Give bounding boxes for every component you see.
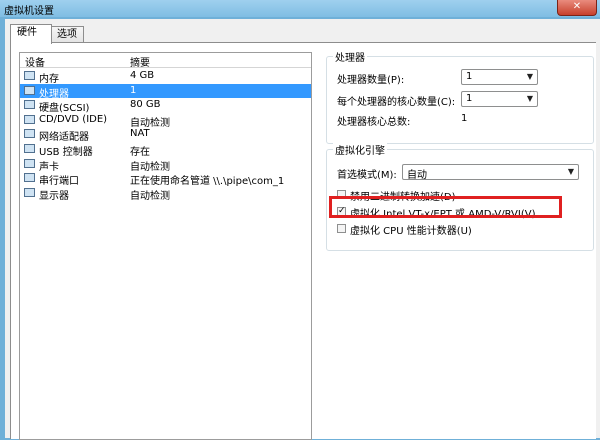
processor-group: 处理器 处理器数量(P): 1 ▼ 每个处理器的核心数量(C): 1 ▼ 处理器… <box>326 49 594 144</box>
device-name: CD/DVD (IDE) <box>39 113 108 125</box>
total-cores-label: 处理器核心总数: <box>337 117 411 128</box>
device-row[interactable]: CD/DVD (IDE) 自动检测 <box>20 113 311 129</box>
processor-count-combo[interactable]: 1 ▼ <box>461 69 538 85</box>
preferred-mode-value: 自动 <box>407 170 427 181</box>
title-bar: 虚拟机设置 ✕ <box>0 0 600 17</box>
close-button[interactable]: ✕ <box>557 0 597 16</box>
memory-icon <box>24 71 35 80</box>
preferred-mode-combo[interactable]: 自动 ▼ <box>402 164 579 181</box>
device-row[interactable]: 内存 4 GB <box>20 69 311 85</box>
virtualization-group-label: 虚拟化引擎 <box>333 142 387 157</box>
network-adapter-icon <box>24 129 35 139</box>
dialog-client: 硬件 选项 设备 摘要 内存 4 GB 处理器 1 硬盘(SCSI) 80 GB CD/DV… <box>5 19 600 440</box>
device-summary: 1 <box>130 84 137 96</box>
processor-icon <box>24 85 35 95</box>
preferred-mode-label: 首选模式(M): <box>337 170 397 181</box>
cd-dvd-icon <box>24 114 35 124</box>
device-row[interactable]: USB 控制器 存在 <box>20 142 311 158</box>
display-icon <box>24 187 35 197</box>
cores-per-processor-label: 每个处理器的核心数量(C): <box>337 97 456 108</box>
chevron-down-icon: ▼ <box>567 167 575 176</box>
header-device[interactable]: 设备 <box>25 54 45 69</box>
device-summary: 自动检测 <box>130 190 170 202</box>
tab-options[interactable]: 选项 <box>50 26 84 43</box>
device-name: 显示器 <box>39 190 69 202</box>
red-highlight-box <box>329 196 562 218</box>
cores-per-processor-value: 1 <box>466 93 473 104</box>
virtualize-cpu-counters-label: 虚拟化 CPU 性能计数器(U) <box>350 226 472 237</box>
device-summary: NAT <box>130 128 150 140</box>
hard-disk-icon <box>24 100 35 110</box>
window-title: 虚拟机设置 <box>4 6 54 17</box>
device-row[interactable]: 处理器 1 <box>20 83 311 100</box>
virtualize-cpu-counters-checkbox[interactable] <box>337 224 346 233</box>
processor-count-value: 1 <box>466 71 473 82</box>
chevron-down-icon: ▼ <box>526 94 534 103</box>
processor-group-label: 处理器 <box>333 49 367 64</box>
cores-per-processor-combo[interactable]: 1 ▼ <box>461 91 538 107</box>
device-summary: 80 GB <box>130 99 161 111</box>
device-row[interactable]: 显示器 自动检测 <box>20 186 311 202</box>
header-summary[interactable]: 摘要 <box>130 54 150 69</box>
total-cores-value: 1 <box>461 113 468 124</box>
device-row[interactable]: 串行端口 正在使用命名管道 \\.\pipe\com_1 <box>20 171 311 187</box>
serial-port-icon <box>24 173 35 183</box>
tab-hardware[interactable]: 硬件 <box>10 24 52 44</box>
usb-controller-icon <box>24 144 35 153</box>
device-row[interactable]: 硬盘(SCSI) 80 GB <box>20 98 311 114</box>
hardware-panel: 设备 摘要 内存 4 GB 处理器 1 硬盘(SCSI) 80 GB CD/DVD (IDE… <box>10 42 596 440</box>
device-list[interactable]: 设备 摘要 内存 4 GB 处理器 1 硬盘(SCSI) 80 GB CD/DVD (IDE… <box>19 52 312 440</box>
device-summary: 4 GB <box>130 70 155 81</box>
device-list-header: 设备 摘要 <box>20 53 311 69</box>
sound-card-icon <box>24 158 35 168</box>
processor-count-label: 处理器数量(P): <box>337 75 405 86</box>
chevron-down-icon: ▼ <box>526 72 534 81</box>
device-row[interactable]: 声卡 自动检测 <box>20 157 311 173</box>
device-row[interactable]: 网络适配器 NAT <box>20 127 311 143</box>
